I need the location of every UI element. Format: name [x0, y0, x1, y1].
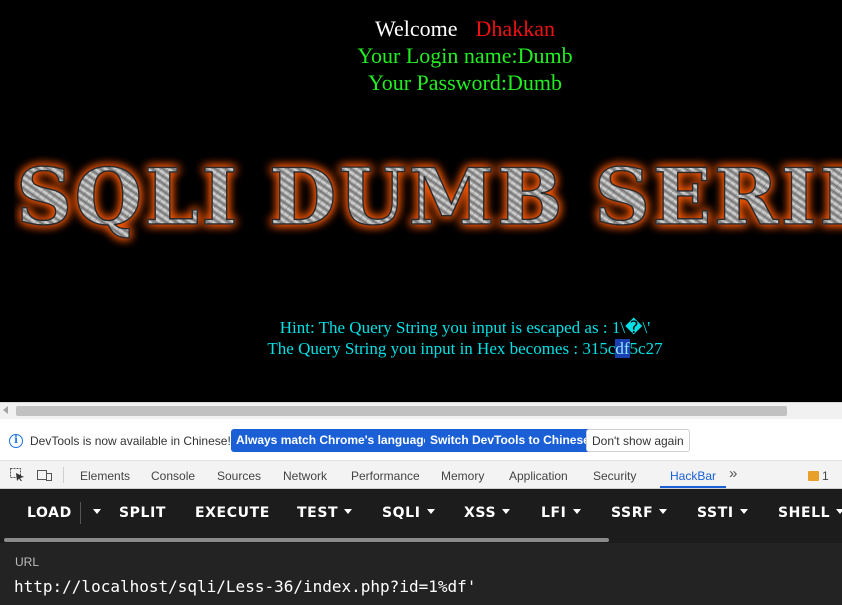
xss-menu-label: XSS: [464, 505, 497, 521]
hackbar-panel: LOAD SPLIT EXECUTE TEST SQLI XSS LFI SSR…: [0, 489, 842, 605]
welcome-name: Dhakkan: [475, 16, 555, 41]
more-tabs-icon[interactable]: »: [729, 465, 737, 482]
test-menu[interactable]: TEST: [297, 505, 353, 521]
hint-hex-line: The Query String you input in Hex become…: [0, 338, 842, 359]
ssti-menu[interactable]: SSTI: [697, 505, 748, 521]
tab-network[interactable]: Network: [283, 469, 327, 483]
chevron-down-icon: [344, 509, 353, 514]
chevron-down-icon: [93, 509, 101, 514]
tab-console[interactable]: Console: [151, 469, 195, 483]
dont-show-again-button[interactable]: Don't show again: [586, 429, 690, 452]
hackbar-scrollbar-thumb[interactable]: [4, 538, 609, 542]
hex-suffix: 5c27: [629, 339, 663, 358]
tab-performance[interactable]: Performance: [351, 469, 420, 483]
shell-menu-label: SHELL: [778, 505, 831, 521]
active-tab-indicator: [660, 486, 726, 488]
page-viewport: Welcome Dhakkan Your Login name:Dumb Your…: [0, 0, 842, 402]
hackbar-menu: LOAD SPLIT EXECUTE TEST SQLI XSS LFI SSR…: [0, 489, 842, 537]
issue-flag-icon: [808, 471, 819, 481]
sqli-dumb-series-banner: SQLI DUMB SERIES: [14, 148, 842, 248]
devtools-tab-bar: Elements Console Sources Network Perform…: [0, 461, 842, 489]
always-match-language-button[interactable]: Always match Chrome's language: [231, 429, 436, 452]
url-input[interactable]: [14, 575, 834, 599]
ssrf-menu[interactable]: SSRF: [611, 505, 668, 521]
load-button[interactable]: LOAD: [27, 505, 72, 521]
chevron-down-icon: [502, 509, 511, 514]
execute-button[interactable]: EXECUTE: [195, 505, 270, 521]
welcome-line: Welcome Dhakkan: [0, 15, 842, 42]
sqli-menu-label: SQLI: [382, 505, 421, 521]
tab-separator: [63, 467, 64, 483]
info-icon: i: [9, 434, 23, 448]
devtools-language-infobar: i DevTools is now available in Chinese! …: [0, 419, 842, 461]
infobar-message: DevTools is now available in Chinese!: [30, 434, 231, 448]
chevron-down-icon: [836, 509, 842, 514]
scrollbar-thumb[interactable]: [16, 406, 787, 416]
chevron-down-icon: [572, 509, 581, 514]
tab-elements[interactable]: Elements: [80, 469, 130, 483]
tab-security[interactable]: Security: [593, 469, 636, 483]
ssti-menu-label: SSTI: [697, 505, 734, 521]
welcome-label: Welcome: [375, 16, 458, 41]
chevron-down-icon: [426, 509, 435, 514]
banner-text: SQLI DUMB SERIES: [16, 152, 842, 243]
chevron-down-icon: [659, 509, 668, 514]
password-line: Your Password:Dumb: [368, 70, 562, 95]
load-dropdown-button[interactable]: [87, 505, 101, 521]
hex-selected-text: df: [615, 339, 630, 358]
xss-menu[interactable]: XSS: [464, 505, 511, 521]
test-menu-label: TEST: [297, 505, 339, 521]
lfi-menu[interactable]: LFI: [541, 505, 581, 521]
hint-escaped-line: Hint: The Query String you input is esca…: [279, 318, 651, 337]
tab-memory[interactable]: Memory: [441, 469, 484, 483]
ssrf-menu-label: SSRF: [611, 505, 654, 521]
hackbar-menu-scrollbar[interactable]: [0, 537, 842, 543]
hex-prefix: The Query String you input in Hex become…: [267, 339, 616, 358]
page-horizontal-scrollbar[interactable]: [0, 402, 842, 419]
issues-counter[interactable]: 1: [808, 469, 829, 483]
device-toolbar-icon[interactable]: [37, 468, 52, 481]
scroll-left-arrow-icon[interactable]: [3, 406, 8, 414]
split-button[interactable]: SPLIT: [119, 505, 166, 521]
lfi-menu-label: LFI: [541, 505, 567, 521]
sqli-menu[interactable]: SQLI: [382, 505, 435, 521]
chevron-down-icon: [739, 509, 748, 514]
shell-menu[interactable]: SHELL: [778, 505, 842, 521]
switch-devtools-chinese-button[interactable]: Switch DevTools to Chinese: [425, 429, 595, 452]
tab-sources[interactable]: Sources: [217, 469, 261, 483]
login-name-line: Your Login name:Dumb: [357, 43, 573, 68]
issues-count: 1: [822, 469, 829, 483]
url-label: URL: [15, 555, 40, 569]
tab-hackbar[interactable]: HackBar: [670, 469, 716, 483]
menu-separator: [80, 502, 81, 524]
inspect-element-icon[interactable]: [10, 468, 25, 481]
tab-application[interactable]: Application: [509, 469, 568, 483]
